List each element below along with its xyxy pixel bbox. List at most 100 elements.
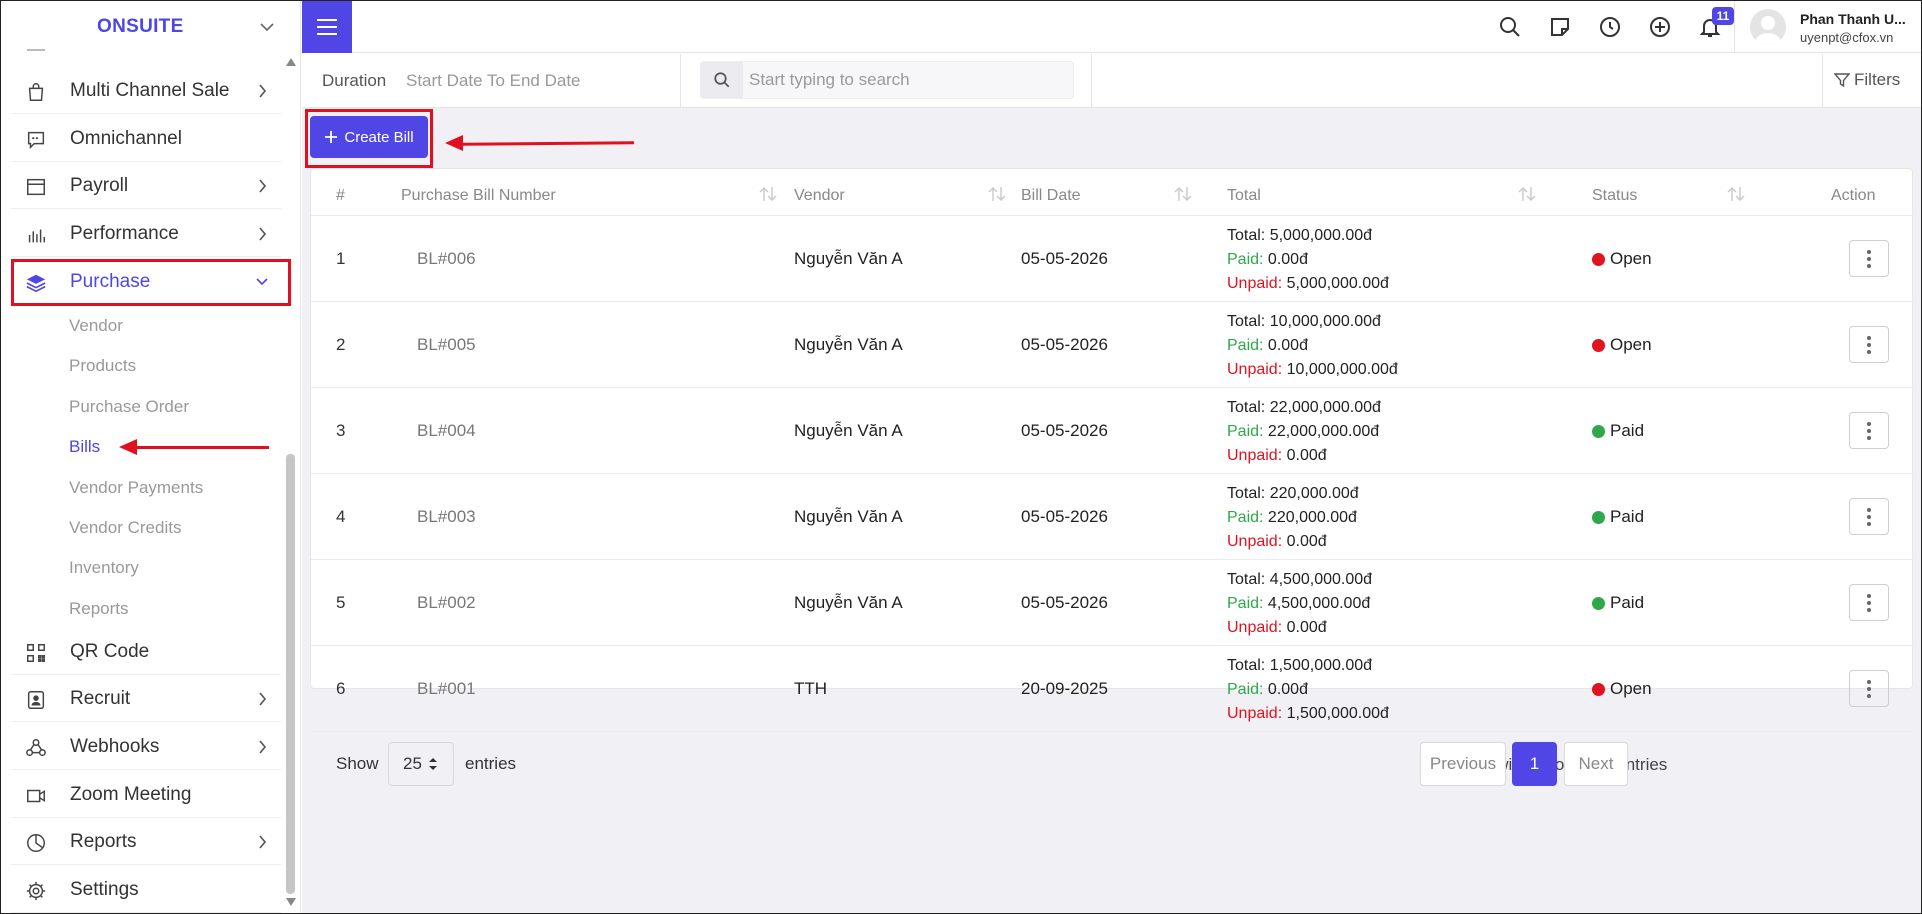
submenu-item-reports[interactable]: Reports: [69, 599, 129, 619]
row-action-button[interactable]: [1849, 326, 1889, 363]
app-window: ONSUITE Multi Channel Sale Omnichannel Pay…: [0, 0, 1922, 914]
notification-badge[interactable]: 11: [1712, 7, 1734, 25]
row-action-button[interactable]: [1849, 498, 1889, 535]
row-action-button[interactable]: [1849, 584, 1889, 621]
sidebar-item-settings[interactable]: Settings: [11, 867, 281, 913]
bill-number-link[interactable]: BL#004: [417, 421, 476, 441]
bill-number-link[interactable]: BL#003: [417, 507, 476, 527]
sort-icon[interactable]: [1173, 185, 1193, 203]
sidebar-item-recruit[interactable]: Recruit: [11, 676, 281, 722]
entries-label: entries: [465, 754, 517, 773]
submenu-item-inventory[interactable]: Inventory: [69, 558, 139, 578]
search-icon[interactable]: [1498, 15, 1522, 39]
scrollbar-thumb[interactable]: [286, 454, 295, 894]
submenu-item-vendor[interactable]: Vendor: [69, 316, 123, 336]
column-header-purchase-bill-number[interactable]: Purchase Bill Number: [401, 187, 556, 205]
status-badge: Paid: [1592, 421, 1644, 441]
sidebar-item-zoom-meeting[interactable]: Zoom Meeting: [11, 772, 281, 818]
status-label: Open: [1610, 679, 1652, 698]
sidebar-item-reports[interactable]: Reports: [11, 819, 281, 865]
previous-page-button[interactable]: Previous: [1420, 742, 1506, 786]
bill-date: 05-05-2026: [1021, 249, 1108, 268]
sidebar-scrollbar[interactable]: [284, 56, 296, 906]
bill-number-link[interactable]: BL#005: [417, 335, 476, 355]
submenu-item-vendor-payments[interactable]: Vendor Payments: [69, 478, 203, 498]
sidebar-item-omnichannel[interactable]: Omnichannel: [11, 116, 281, 162]
total-label: Total:: [1227, 571, 1266, 588]
scroll-up-arrow-icon[interactable]: [286, 58, 296, 66]
column-header-status[interactable]: Status: [1592, 187, 1637, 205]
total-value: 4,500,000.00đ: [1269, 571, 1373, 588]
total-breakdown: Total: 4,500,000.00đ Paid: 4,500,000.00đ U…: [1227, 568, 1372, 640]
paid-line: Paid: 220,000.00đ: [1227, 506, 1359, 530]
bill-number-link[interactable]: BL#001: [417, 679, 476, 699]
add-circle-icon[interactable]: [1648, 15, 1672, 39]
total-label: Total:: [1227, 485, 1266, 502]
sidebar-item-label: Payroll: [70, 174, 129, 196]
column-header-vendor[interactable]: Vendor: [794, 187, 845, 205]
search-input[interactable]: [749, 68, 1049, 92]
status-dot-icon: [1592, 338, 1605, 352]
sidebar-item-webhooks[interactable]: Webhooks: [11, 724, 281, 770]
paid-label: Paid:: [1227, 681, 1264, 698]
row-action-button[interactable]: [1849, 670, 1889, 707]
sidebar-item-multi-channel-sale[interactable]: Multi Channel Sale: [11, 68, 281, 114]
duration-date-range[interactable]: Start Date To End Date: [406, 71, 581, 91]
sticky-note-icon[interactable]: [1548, 15, 1572, 39]
next-page-button[interactable]: Next: [1564, 742, 1628, 786]
page-1-button[interactable]: 1: [1512, 742, 1557, 786]
paid-value: 0.00đ: [1267, 251, 1308, 268]
avatar[interactable]: [1750, 9, 1786, 45]
badge-icon: [27, 691, 45, 709]
user-name[interactable]: Phan Thanh U...: [1800, 11, 1906, 27]
filters-button[interactable]: Filters: [1834, 70, 1900, 90]
unpaid-label: Unpaid:: [1227, 619, 1283, 636]
page-size-select[interactable]: 25: [388, 742, 454, 786]
column-header-number[interactable]: #: [336, 187, 345, 205]
sort-icon[interactable]: [987, 185, 1007, 203]
total-breakdown: Total: 220,000.00đ Paid: 220,000.00đ Unpai…: [1227, 482, 1359, 554]
bill-number-link[interactable]: BL#002: [417, 593, 476, 613]
submenu-item-bills[interactable]: Bills: [69, 437, 100, 457]
submenu-item-vendor-credits[interactable]: Vendor Credits: [69, 518, 181, 538]
create-bill-button[interactable]: Create Bill: [310, 116, 428, 158]
row-number: 6: [336, 679, 346, 698]
sidebar-item-performance[interactable]: Performance: [11, 211, 281, 257]
sort-icon[interactable]: [1726, 185, 1746, 203]
column-header-action[interactable]: Action: [1831, 187, 1875, 205]
chat-icon: [27, 131, 45, 150]
brand-header[interactable]: ONSUITE: [1, 1, 300, 53]
sort-icon[interactable]: [758, 185, 778, 203]
row-action-button[interactable]: [1849, 240, 1889, 277]
annotation-arrow-bills: [136, 446, 269, 449]
paid-label: Paid:: [1227, 251, 1264, 268]
table-row: 3 BL#004 Nguyễn Văn A 05-05-2026 Total: 22,0…: [311, 387, 1914, 473]
column-header-total[interactable]: Total: [1227, 187, 1261, 205]
status-badge: Open: [1592, 249, 1652, 269]
user-divider: [1734, 1, 1735, 53]
sort-icon[interactable]: [1517, 185, 1537, 203]
row-action-button[interactable]: [1849, 412, 1889, 449]
bills-table-card: # Purchase Bill Number Vendor Bill Date Tota…: [310, 168, 1914, 786]
unpaid-value: 0.00đ: [1286, 447, 1327, 464]
scroll-down-arrow-icon[interactable]: [286, 898, 296, 906]
user-silhouette-icon: [1754, 16, 1782, 45]
column-header-bill-date[interactable]: Bill Date: [1021, 187, 1081, 205]
search-box[interactable]: [700, 61, 1074, 99]
total-breakdown: Total: 5,000,000.00đ Paid: 0.00đ Unpaid: 5…: [1227, 224, 1389, 296]
chevron-down-icon[interactable]: [259, 15, 275, 39]
submenu-item-products[interactable]: Products: [69, 356, 136, 376]
clock-icon[interactable]: [1598, 15, 1622, 39]
filter-divider: [1091, 54, 1092, 108]
status-label: Open: [1610, 249, 1652, 268]
unpaid-label: Unpaid:: [1227, 447, 1283, 464]
paid-line: Paid: 0.00đ: [1227, 248, 1389, 272]
sidebar-item-qr-code[interactable]: QR Code: [11, 629, 281, 675]
submenu-item-purchase-order[interactable]: Purchase Order: [69, 397, 189, 417]
sidebar-item-payroll[interactable]: Payroll: [11, 163, 281, 209]
plus-icon: [325, 131, 338, 143]
hamburger-menu-button[interactable]: [302, 1, 352, 53]
paid-value: 4,500,000.00đ: [1267, 595, 1371, 612]
bill-number-link[interactable]: BL#006: [417, 249, 476, 269]
status-label: Paid: [1610, 421, 1645, 440]
